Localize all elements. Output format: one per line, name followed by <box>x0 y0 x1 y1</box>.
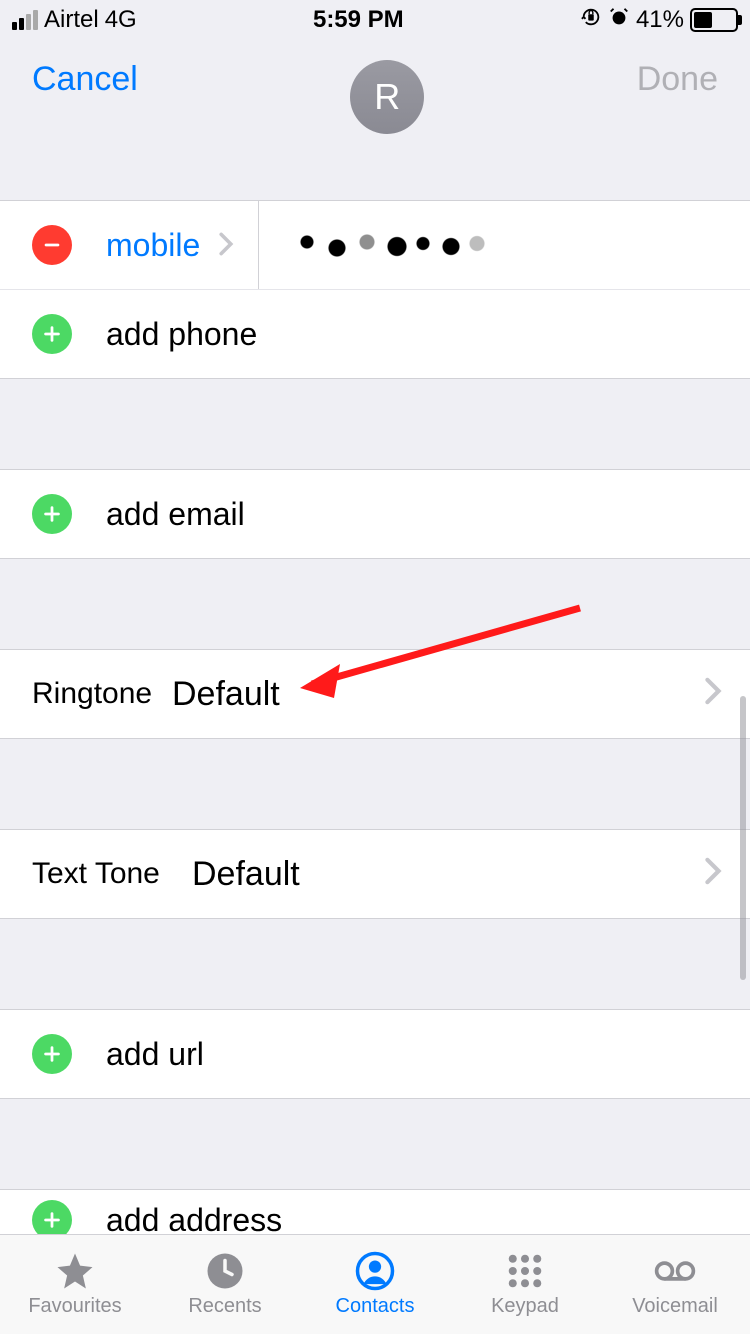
status-bar: Airtel 4G 5:59 PM 41% <box>0 0 750 40</box>
tab-voicemail[interactable]: Voicemail <box>600 1235 750 1334</box>
tab-label: Recents <box>188 1295 261 1318</box>
star-icon <box>51 1251 99 1291</box>
ringtone-row[interactable]: Ringtone Default <box>0 650 750 738</box>
texttone-section: Text Tone Default <box>0 829 750 919</box>
alarm-icon <box>608 6 630 35</box>
add-url-label: add url <box>106 1036 204 1073</box>
scroll-indicator[interactable] <box>740 696 746 980</box>
add-address-row[interactable]: add address <box>0 1190 750 1234</box>
tab-label: Voicemail <box>632 1295 718 1318</box>
chevron-right-icon <box>704 855 722 894</box>
tab-bar: Favourites Recents Contacts Keypad Voice… <box>0 1234 750 1334</box>
nav-header: Cancel R Done <box>0 40 750 200</box>
ringtone-value: Default <box>172 675 280 714</box>
phone-number-value[interactable] <box>287 230 487 260</box>
email-section: add email <box>0 469 750 559</box>
contact-icon <box>351 1251 399 1291</box>
done-button[interactable]: Done <box>637 60 718 99</box>
battery-percent: 41% <box>636 6 684 34</box>
add-email-label: add email <box>106 496 245 533</box>
texttone-value: Default <box>192 855 300 894</box>
tab-contacts[interactable]: Contacts <box>300 1235 450 1334</box>
texttone-label: Text Tone <box>32 857 192 891</box>
remove-phone-icon[interactable] <box>32 225 72 265</box>
keypad-icon <box>501 1251 549 1291</box>
phone-row-mobile[interactable]: mobile <box>0 201 750 290</box>
url-section: add url <box>0 1009 750 1099</box>
signal-strength-icon <box>12 10 38 30</box>
tab-label: Keypad <box>491 1295 559 1318</box>
chevron-right-icon <box>704 675 722 714</box>
network-label: 4G <box>105 6 137 34</box>
divider <box>258 201 259 289</box>
contact-avatar[interactable]: R <box>350 60 424 134</box>
add-email-row[interactable]: add email <box>0 470 750 558</box>
status-time: 5:59 PM <box>313 6 404 34</box>
add-url-row[interactable]: add url <box>0 1010 750 1098</box>
add-phone-label: add phone <box>106 316 257 353</box>
carrier-label: Airtel <box>44 6 99 34</box>
clock-icon <box>201 1251 249 1291</box>
add-icon <box>32 1034 72 1074</box>
chevron-right-icon <box>218 227 234 264</box>
ringtone-label: Ringtone <box>32 677 172 711</box>
texttone-row[interactable]: Text Tone Default <box>0 830 750 918</box>
tab-label: Favourites <box>28 1295 121 1318</box>
tab-recents[interactable]: Recents <box>150 1235 300 1334</box>
add-address-label: add address <box>106 1202 282 1235</box>
add-phone-row[interactable]: add phone <box>0 290 750 378</box>
orientation-lock-icon <box>580 6 602 35</box>
add-icon <box>32 314 72 354</box>
phone-section: mobile add phone <box>0 200 750 379</box>
avatar-initial: R <box>374 76 400 118</box>
ringtone-section: Ringtone Default <box>0 649 750 739</box>
tab-keypad[interactable]: Keypad <box>450 1235 600 1334</box>
cancel-button[interactable]: Cancel <box>32 60 138 99</box>
phone-type-label[interactable]: mobile <box>106 227 200 264</box>
tab-favourites[interactable]: Favourites <box>0 1235 150 1334</box>
tab-label: Contacts <box>336 1295 415 1318</box>
add-icon <box>32 1200 72 1234</box>
voicemail-icon <box>651 1251 699 1291</box>
battery-icon <box>690 8 738 32</box>
add-icon <box>32 494 72 534</box>
address-section: add address <box>0 1189 750 1234</box>
